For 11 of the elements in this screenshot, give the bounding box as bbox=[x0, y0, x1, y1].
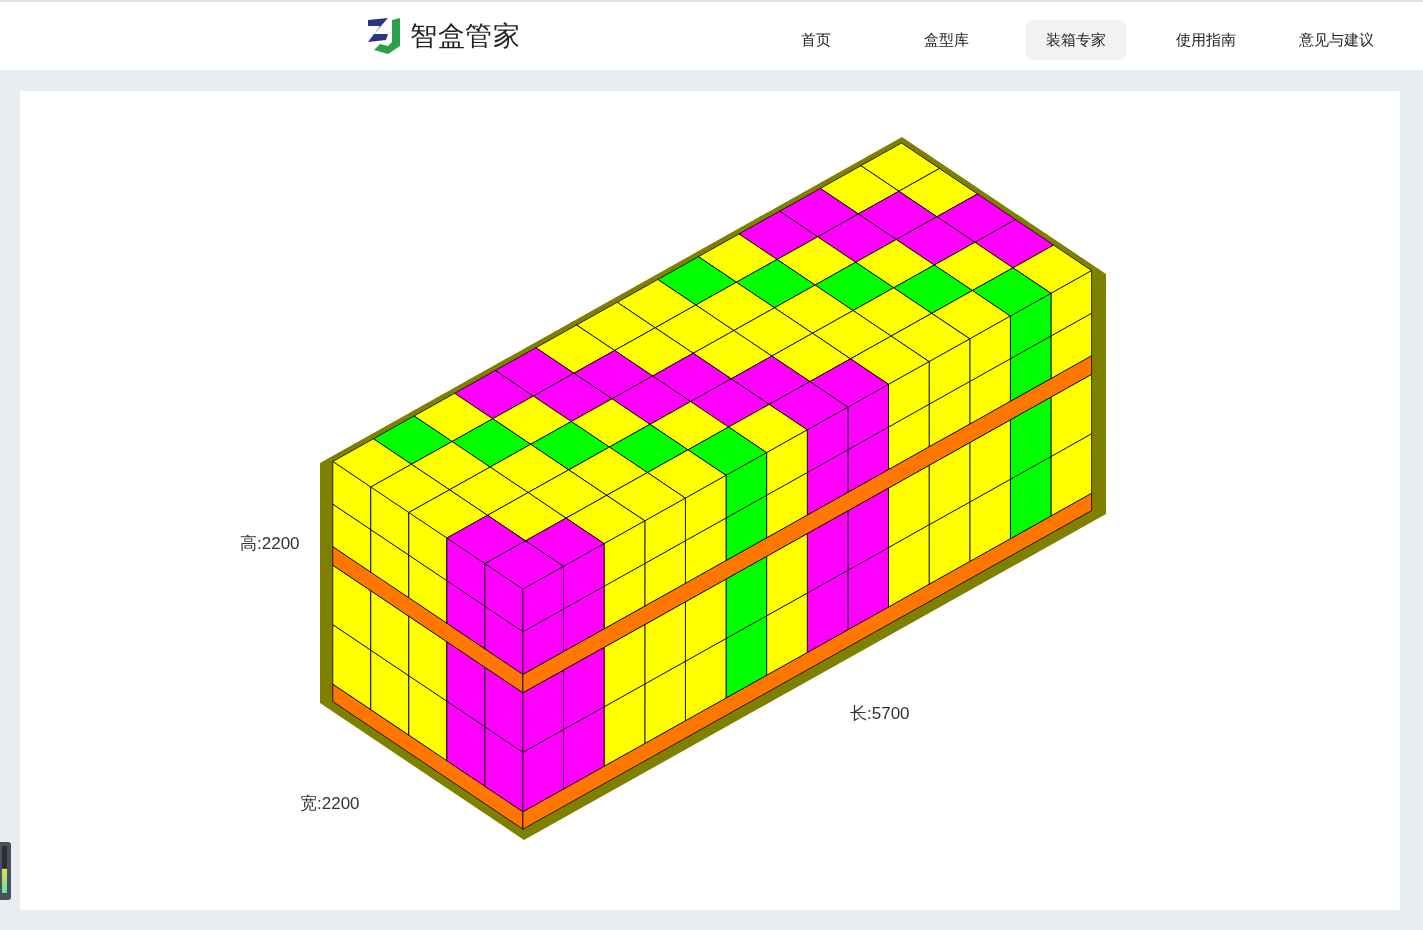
nav-link[interactable]: 使用指南 bbox=[1156, 20, 1256, 60]
dimension-label: 宽:2200 bbox=[300, 793, 360, 815]
meter-widget-icon bbox=[0, 842, 11, 900]
nav-link[interactable]: 盒型库 bbox=[896, 20, 996, 60]
dimension-label: 高:2200 bbox=[240, 533, 300, 555]
nav-link[interactable]: 首页 bbox=[766, 20, 866, 60]
nav-link[interactable]: 装箱专家 bbox=[1026, 20, 1126, 60]
logo-icon bbox=[366, 16, 402, 56]
nav-link[interactable]: 意见与建议 bbox=[1286, 20, 1386, 60]
dimension-label: 长:5700 bbox=[850, 703, 910, 725]
brand-name: 智盒管家 bbox=[410, 19, 521, 53]
